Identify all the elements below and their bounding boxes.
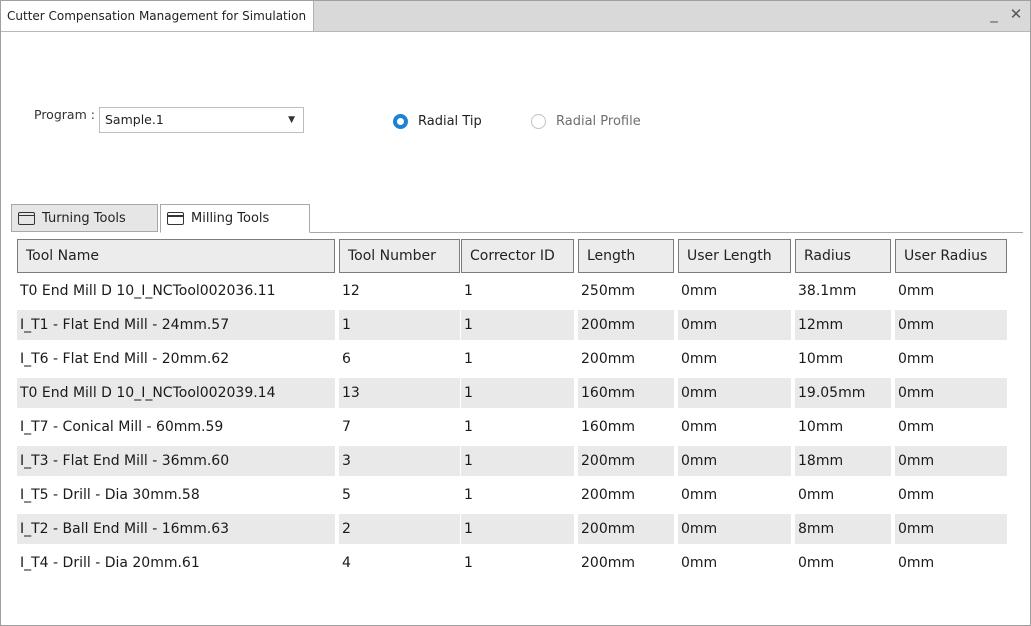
- tool-number-cell[interactable]: 13: [339, 378, 460, 408]
- dialog-window: Cutter Compensation Management for Simul…: [0, 0, 1031, 626]
- corrector-id-cell[interactable]: 1: [461, 378, 574, 408]
- tool-number-cell[interactable]: 7: [339, 412, 460, 442]
- user-length-cell[interactable]: 0mm: [678, 276, 791, 306]
- length-cell[interactable]: 250mm: [578, 276, 674, 306]
- length-cell[interactable]: 200mm: [578, 480, 674, 510]
- user-length-cell[interactable]: 0mm: [678, 514, 791, 544]
- tool-name-cell[interactable]: I_T5 - Drill - Dia 30mm.58: [17, 480, 335, 510]
- window-title: Cutter Compensation Management for Simul…: [1, 1, 315, 31]
- corrector-id-cell[interactable]: 1: [461, 548, 574, 578]
- tab-milling-label: Milling Tools: [191, 211, 270, 226]
- length-cell[interactable]: 200mm: [578, 344, 674, 374]
- length-cell[interactable]: 200mm: [578, 446, 674, 476]
- window-icon: [167, 212, 184, 225]
- user-radius-cell[interactable]: 0mm: [895, 412, 1007, 442]
- user-radius-cell[interactable]: 0mm: [895, 276, 1007, 306]
- tool-name-cell[interactable]: I_T4 - Drill - Dia 20mm.61: [17, 548, 335, 578]
- tool-name-header[interactable]: Tool Name: [17, 239, 335, 273]
- length-cell[interactable]: 200mm: [578, 548, 674, 578]
- tool-name-cell[interactable]: I_T2 - Ball End Mill - 16mm.63: [17, 514, 335, 544]
- user-length-cell[interactable]: 0mm: [678, 378, 791, 408]
- user-length-cell[interactable]: 0mm: [678, 344, 791, 374]
- minimize-button[interactable]: _: [985, 4, 1003, 24]
- tool-number-cell[interactable]: 12: [339, 276, 460, 306]
- chevron-down-icon: ▼: [288, 115, 295, 125]
- length-header[interactable]: Length: [578, 239, 674, 273]
- user-length-cell[interactable]: 0mm: [678, 548, 791, 578]
- user-length-header[interactable]: User Length: [678, 239, 791, 273]
- tool-number-cell[interactable]: 4: [339, 548, 460, 578]
- tool-name-cell[interactable]: T0 End Mill D 10_I_NCTool002039.14: [17, 378, 335, 408]
- tool-number-cell[interactable]: 2: [339, 514, 460, 544]
- corrector-id-cell[interactable]: 1: [461, 344, 574, 374]
- radius-cell[interactable]: 8mm: [795, 514, 891, 544]
- radio-selected-icon: [393, 113, 408, 129]
- radius-cell[interactable]: 10mm: [795, 344, 891, 374]
- radius-header[interactable]: Radius: [795, 239, 891, 273]
- close-button[interactable]: ✕: [1007, 4, 1025, 24]
- tab-turning-tools[interactable]: Turning Tools: [11, 204, 158, 232]
- user-radius-cell[interactable]: 0mm: [895, 310, 1007, 340]
- length-cell[interactable]: 200mm: [578, 310, 674, 340]
- corrector-id-cell[interactable]: 1: [461, 514, 574, 544]
- tab-turning-label: Turning Tools: [42, 210, 126, 226]
- tool-number-cell[interactable]: 5: [339, 480, 460, 510]
- title-bar: Cutter Compensation Management for Simul…: [1, 1, 1030, 32]
- radial-tip-label: Radial Tip: [418, 113, 482, 129]
- program-select-value: Sample.1: [105, 112, 164, 127]
- user-length-cell[interactable]: 0mm: [678, 310, 791, 340]
- radial-profile-radio[interactable]: Radial Profile: [531, 112, 641, 130]
- user-radius-cell[interactable]: 0mm: [895, 480, 1007, 510]
- radial-tip-radio[interactable]: Radial Tip: [393, 112, 482, 130]
- length-cell[interactable]: 200mm: [578, 514, 674, 544]
- tool-name-cell[interactable]: I_T6 - Flat End Mill - 20mm.62: [17, 344, 335, 374]
- tab-milling-tools[interactable]: Milling Tools: [160, 204, 310, 233]
- corrector-id-header[interactable]: Corrector ID: [461, 239, 574, 273]
- tool-number-cell[interactable]: 6: [339, 344, 460, 374]
- radius-cell[interactable]: 0mm: [795, 480, 891, 510]
- length-cell[interactable]: 160mm: [578, 378, 674, 408]
- user-radius-cell[interactable]: 0mm: [895, 446, 1007, 476]
- length-cell[interactable]: 160mm: [578, 412, 674, 442]
- radius-cell[interactable]: 18mm: [795, 446, 891, 476]
- tool-name-cell[interactable]: T0 End Mill D 10_I_NCTool002036.11: [17, 276, 335, 306]
- corrector-id-cell[interactable]: 1: [461, 480, 574, 510]
- user-length-cell[interactable]: 0mm: [678, 446, 791, 476]
- tool-name-cell[interactable]: I_T1 - Flat End Mill - 24mm.57: [17, 310, 335, 340]
- user-radius-cell[interactable]: 0mm: [895, 548, 1007, 578]
- tool-number-cell[interactable]: 3: [339, 446, 460, 476]
- tool-name-cell[interactable]: I_T7 - Conical Mill - 60mm.59: [17, 412, 335, 442]
- corrector-id-cell[interactable]: 1: [461, 276, 574, 306]
- radius-cell[interactable]: 10mm: [795, 412, 891, 442]
- user-length-cell[interactable]: 0mm: [678, 412, 791, 442]
- user-radius-header[interactable]: User Radius: [895, 239, 1007, 273]
- program-select[interactable]: Sample.1 ▼: [99, 107, 304, 133]
- user-radius-cell[interactable]: 0mm: [895, 514, 1007, 544]
- radius-cell[interactable]: 0mm: [795, 548, 891, 578]
- window-icon: [18, 211, 35, 225]
- tab-divider: [310, 232, 1023, 233]
- corrector-id-cell[interactable]: 1: [461, 446, 574, 476]
- user-radius-cell[interactable]: 0mm: [895, 344, 1007, 374]
- radial-profile-label: Radial Profile: [556, 113, 641, 129]
- radius-cell[interactable]: 12mm: [795, 310, 891, 340]
- user-radius-cell[interactable]: 0mm: [895, 378, 1007, 408]
- tool-number-header[interactable]: Tool Number: [339, 239, 460, 273]
- user-length-cell[interactable]: 0mm: [678, 480, 791, 510]
- tool-name-cell[interactable]: I_T3 - Flat End Mill - 36mm.60: [17, 446, 335, 476]
- corrector-id-cell[interactable]: 1: [461, 412, 574, 442]
- radius-cell[interactable]: 38.1mm: [795, 276, 891, 306]
- radio-unselected-icon: [531, 113, 546, 129]
- program-label: Program :: [34, 107, 95, 122]
- radius-cell[interactable]: 19.05mm: [795, 378, 891, 408]
- tool-number-cell[interactable]: 1: [339, 310, 460, 340]
- corrector-id-cell[interactable]: 1: [461, 310, 574, 340]
